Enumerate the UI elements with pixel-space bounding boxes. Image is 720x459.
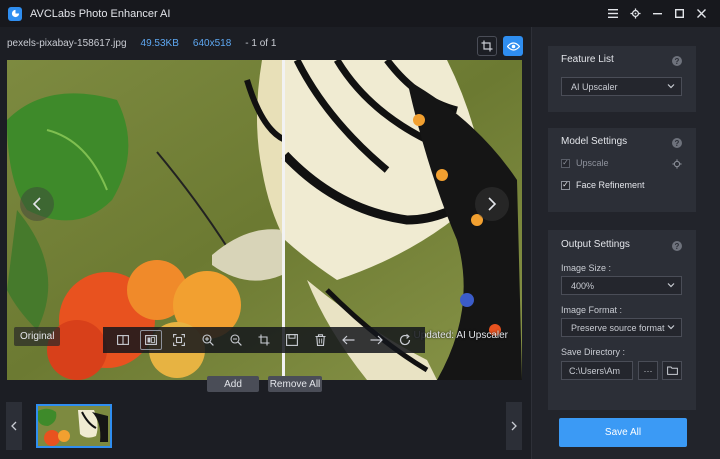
face-refinement-label: Face Refinement (576, 180, 645, 190)
save-directory-input[interactable]: C:\Users\Am (561, 361, 633, 380)
zoom-out-icon[interactable] (225, 330, 247, 350)
previous-image-button[interactable] (20, 187, 54, 221)
fit-screen-icon[interactable] (168, 330, 190, 350)
chevron-left-icon (32, 197, 41, 211)
settings-panel: Feature List ? AI Upscaler Model Setting… (531, 27, 720, 459)
output-settings-title: Output Settings (561, 239, 630, 250)
save-icon[interactable] (281, 330, 303, 350)
feature-select[interactable]: AI Upscaler (561, 77, 682, 96)
help-icon[interactable]: ? (672, 56, 682, 66)
file-size: 49.53KB (140, 38, 179, 49)
eye-icon (506, 41, 520, 51)
chevron-right-icon (511, 421, 517, 431)
viewer-toolbar (103, 327, 425, 353)
file-count: - 1 of 1 (245, 38, 277, 49)
help-icon[interactable]: ? (672, 241, 682, 251)
updated-badge: Updated: AI Upscaler (413, 330, 509, 341)
chevron-left-icon (11, 421, 17, 431)
gear-icon[interactable] (672, 159, 682, 169)
crop-tool-icon[interactable] (253, 330, 275, 350)
app-logo-icon (8, 6, 22, 21)
thumbnail-image (38, 406, 110, 446)
image-viewer[interactable]: Original Updated: AI Upscaler (7, 60, 522, 380)
remove-all-button[interactable]: Remove All (268, 376, 322, 392)
settings-icon[interactable] (624, 3, 646, 25)
refresh-icon[interactable] (394, 330, 416, 350)
file-info-bar: pexels-pixabay-158617.jpg 49.53KB 640x51… (0, 27, 530, 60)
arrow-left-icon[interactable] (337, 330, 359, 350)
upscale-checkbox[interactable]: ✓ (561, 158, 570, 168)
browse-button[interactable]: ··· (638, 361, 658, 380)
add-button[interactable]: Add (207, 376, 259, 392)
save-directory-label: Save Directory : (561, 347, 626, 357)
folder-icon (666, 366, 678, 375)
image-format-label: Image Format : (561, 305, 623, 315)
delete-icon[interactable] (309, 330, 331, 350)
chevron-down-icon (667, 84, 675, 89)
crop-button[interactable] (477, 36, 497, 56)
close-icon[interactable] (690, 3, 712, 25)
thumbnail-strip (0, 399, 530, 459)
feature-select-value: AI Upscaler (571, 81, 618, 92)
save-all-button[interactable]: Save All (559, 418, 687, 447)
app-title: AVCLabs Photo Enhancer AI (30, 7, 171, 20)
upscale-option[interactable]: ✓ Upscale (561, 158, 609, 168)
face-refinement-option[interactable]: ✓ Face Refinement (561, 180, 645, 190)
image-format-select[interactable]: Preserve source format (561, 318, 682, 337)
compare-view-icon[interactable] (140, 330, 163, 350)
upscale-label: Upscale (576, 158, 609, 168)
open-folder-button[interactable] (662, 361, 682, 380)
image-size-label: Image Size : (561, 263, 612, 273)
crop-icon (481, 40, 493, 52)
strip-next-button[interactable] (506, 402, 522, 450)
help-icon[interactable]: ? (672, 138, 682, 148)
chevron-down-icon (667, 323, 675, 331)
title-bar: AVCLabs Photo Enhancer AI (0, 0, 720, 27)
original-badge: Original (14, 327, 61, 346)
chevron-down-icon (667, 283, 675, 288)
output-settings-panel: Output Settings ? Image Size : 400% Imag… (548, 230, 696, 410)
image-format-value: Preserve source format (571, 322, 665, 333)
menu-icon[interactable] (602, 3, 624, 25)
next-image-button[interactable] (475, 187, 509, 221)
image-size-value: 400% (571, 280, 595, 291)
maximize-icon[interactable] (668, 3, 690, 25)
model-settings-panel: Model Settings ? ✓ Upscale ✓ Face Refine… (548, 128, 696, 212)
workspace: pexels-pixabay-158617.jpg 49.53KB 640x51… (0, 27, 530, 459)
feature-list-panel: Feature List ? AI Upscaler (548, 46, 696, 112)
image-size-select[interactable]: 400% (561, 276, 682, 295)
thumbnail-item[interactable] (36, 404, 112, 448)
arrow-right-icon[interactable] (366, 330, 388, 350)
model-settings-title: Model Settings (561, 136, 628, 147)
file-dimensions: 640x518 (192, 38, 232, 49)
split-view-icon[interactable] (112, 330, 134, 350)
chevron-right-icon (488, 197, 497, 211)
preview-toggle-button[interactable] (503, 36, 523, 56)
minimize-icon[interactable] (646, 3, 668, 25)
file-name: pexels-pixabay-158617.jpg (7, 38, 127, 49)
strip-previous-button[interactable] (6, 402, 22, 450)
feature-list-title: Feature List (561, 54, 614, 65)
zoom-in-icon[interactable] (197, 330, 219, 350)
face-refinement-checkbox[interactable]: ✓ (561, 180, 570, 190)
